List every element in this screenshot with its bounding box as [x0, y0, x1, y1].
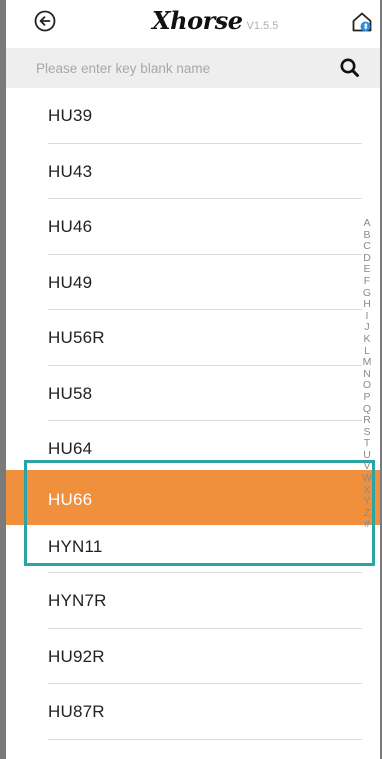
list-item[interactable]: HU39	[6, 88, 380, 144]
index-letter[interactable]: R	[363, 414, 371, 427]
list-item-label: HYN11	[48, 537, 103, 556]
search-input[interactable]	[36, 56, 316, 80]
index-letter[interactable]: W	[362, 472, 372, 485]
alphabet-index[interactable]: A B C D E F G H I J K L M N O P Q R S T …	[360, 217, 374, 531]
search-bar	[6, 48, 380, 88]
list-item[interactable]: HU49	[6, 255, 380, 310]
list-item[interactable]: HU58	[6, 366, 380, 421]
list-item[interactable]: HYN7R	[6, 573, 380, 629]
version-label: V1.5.5	[246, 20, 279, 32]
index-letter[interactable]: P	[363, 391, 370, 404]
index-letter[interactable]: #	[364, 519, 370, 531]
back-button[interactable]	[34, 10, 56, 32]
index-letter[interactable]: A	[363, 217, 370, 230]
list-item-label: HU56R	[48, 328, 105, 347]
divider	[48, 738, 362, 740]
app-header: Xhorse V1.5.5	[6, 0, 380, 48]
list-item-label: HU43	[48, 161, 93, 181]
list-item-label: HYN7R	[48, 591, 107, 610]
list-item[interactable]: HU56R	[6, 310, 380, 366]
list-item-label: HU64	[48, 439, 93, 458]
index-letter[interactable]: M	[363, 357, 372, 369]
list-item-label: HU46	[48, 217, 93, 236]
list-item[interactable]: HU87R	[6, 684, 380, 740]
index-letter[interactable]: H	[363, 299, 371, 311]
list-item[interactable]: HU43	[6, 144, 380, 199]
search-icon	[340, 58, 359, 77]
list-item-label: HU66	[48, 490, 93, 509]
home-button[interactable]	[351, 10, 373, 34]
list-item[interactable]: HU46	[6, 199, 380, 255]
list-item-selected[interactable]: HU66	[6, 470, 380, 525]
list-item[interactable]: HYN11	[6, 525, 380, 573]
list-item-label: HU92R	[48, 646, 105, 666]
list-item-label: HU49	[48, 272, 93, 292]
circle-arrow-left-icon	[34, 10, 56, 32]
search-button[interactable]	[338, 56, 362, 80]
list-item-label: HU39	[48, 106, 93, 125]
list-item[interactable]: HU92R	[6, 629, 380, 684]
list-item-label: HU58	[48, 383, 93, 403]
list-item-label: HU87R	[48, 702, 105, 721]
home-bluetooth-icon	[352, 12, 372, 32]
index-letter[interactable]: K	[363, 333, 370, 346]
logo-text: Xhorse	[152, 6, 243, 35]
key-blank-list: HU39 HU43 HU46 HU49 HU56R HU58 HU64 HU66…	[6, 88, 380, 759]
index-letter[interactable]: F	[364, 275, 370, 288]
brand-logo: Xhorse V1.5.5	[152, 6, 278, 36]
list-item[interactable]: HU64	[6, 421, 380, 477]
